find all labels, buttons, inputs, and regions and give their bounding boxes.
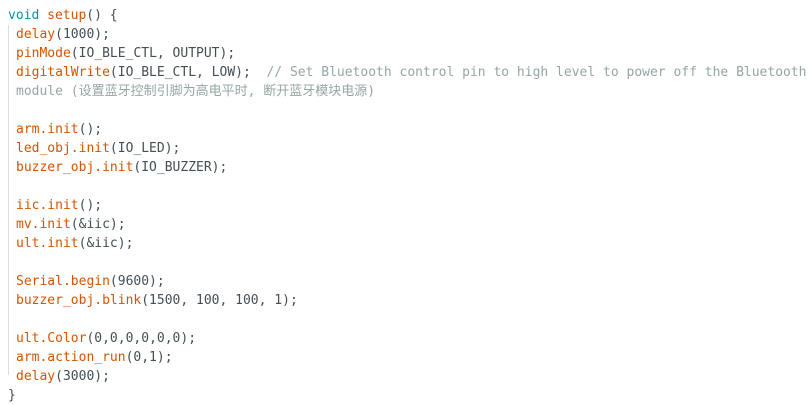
- function-call: delay: [16, 27, 56, 42]
- function-call: buzzer_obj.init: [16, 160, 134, 175]
- code-line-1: void setup() {: [0, 6, 810, 25]
- function-call: pinMode: [16, 46, 71, 61]
- function-call: led_obj.init: [16, 141, 110, 156]
- code-text: (IO_BLE_CTL, OUTPUT);: [70, 46, 236, 61]
- code-text: (IO_LED);: [109, 141, 181, 156]
- code-line-7: arm.init();: [0, 120, 810, 139]
- code-line-3: pinMode(IO_BLE_CTL, OUTPUT);: [0, 44, 810, 63]
- code-line-21: }: [0, 386, 810, 405]
- code-text: (0,0,0,0,0,0);: [86, 331, 197, 346]
- code-line-5: module (设置蓝牙控制引脚为高电平时, 断开蓝牙模块电源): [0, 82, 810, 101]
- code-line-9: buzzer_obj.init(IO_BUZZER);: [0, 158, 810, 177]
- code-text: (&iic);: [70, 217, 126, 232]
- code-line-12: mv.init(&iic);: [0, 215, 810, 234]
- function-call: iic.init: [16, 198, 79, 213]
- code-text: () {: [86, 8, 118, 23]
- code-editor[interactable]: void setup() { delay(1000); pinMode(IO_B…: [0, 0, 810, 405]
- function-setup: setup: [47, 8, 87, 23]
- code-line-11: iic.init();: [0, 196, 810, 215]
- code-line-4: digitalWrite(IO_BLE_CTL, LOW); // Set Bl…: [0, 63, 810, 82]
- keyword-void: void: [8, 8, 40, 23]
- code-line-19: arm.action_run(0,1);: [0, 348, 810, 367]
- function-call: ult.Color: [16, 331, 87, 346]
- function-call: arm.init: [16, 122, 79, 137]
- function-call: buzzer_obj.blink: [16, 293, 142, 308]
- code-text: (IO_BUZZER);: [133, 160, 228, 175]
- closing-brace: }: [8, 388, 16, 403]
- code-line-15: Serial.begin(9600);: [0, 272, 810, 291]
- code-text: ();: [78, 122, 103, 137]
- code-line-16: buzzer_obj.blink(1500, 100, 100, 1);: [0, 291, 810, 310]
- code-text: (1000);: [55, 27, 110, 42]
- function-call: delay: [16, 369, 56, 384]
- function-call: arm.action_run: [16, 350, 126, 365]
- code-text: (1500, 100, 100, 1);: [141, 293, 298, 308]
- code-text: (0,1);: [125, 350, 173, 365]
- code-text: (3000);: [55, 369, 110, 384]
- code-line-13: ult.init(&iic);: [0, 234, 810, 253]
- code-text: (&iic);: [78, 236, 134, 251]
- function-call: Serial.begin: [16, 274, 110, 289]
- code-text: (9600);: [109, 274, 165, 289]
- code-line-20: delay(3000);: [0, 367, 810, 386]
- function-call: ult.init: [16, 236, 79, 251]
- code-comment: // Set Bluetooth control pin to high lev…: [266, 65, 807, 80]
- function-call: mv.init: [16, 217, 71, 232]
- code-comment: module (设置蓝牙控制引脚为高电平时, 断开蓝牙模块电源): [16, 84, 376, 99]
- code-line-18: ult.Color(0,0,0,0,0,0);: [0, 329, 810, 348]
- code-line-2: delay(1000);: [0, 25, 810, 44]
- code-text: (IO_BLE_CTL, LOW);: [109, 65, 267, 80]
- function-call: digitalWrite: [16, 65, 110, 80]
- code-text: ();: [78, 198, 103, 213]
- code-line-8: led_obj.init(IO_LED);: [0, 139, 810, 158]
